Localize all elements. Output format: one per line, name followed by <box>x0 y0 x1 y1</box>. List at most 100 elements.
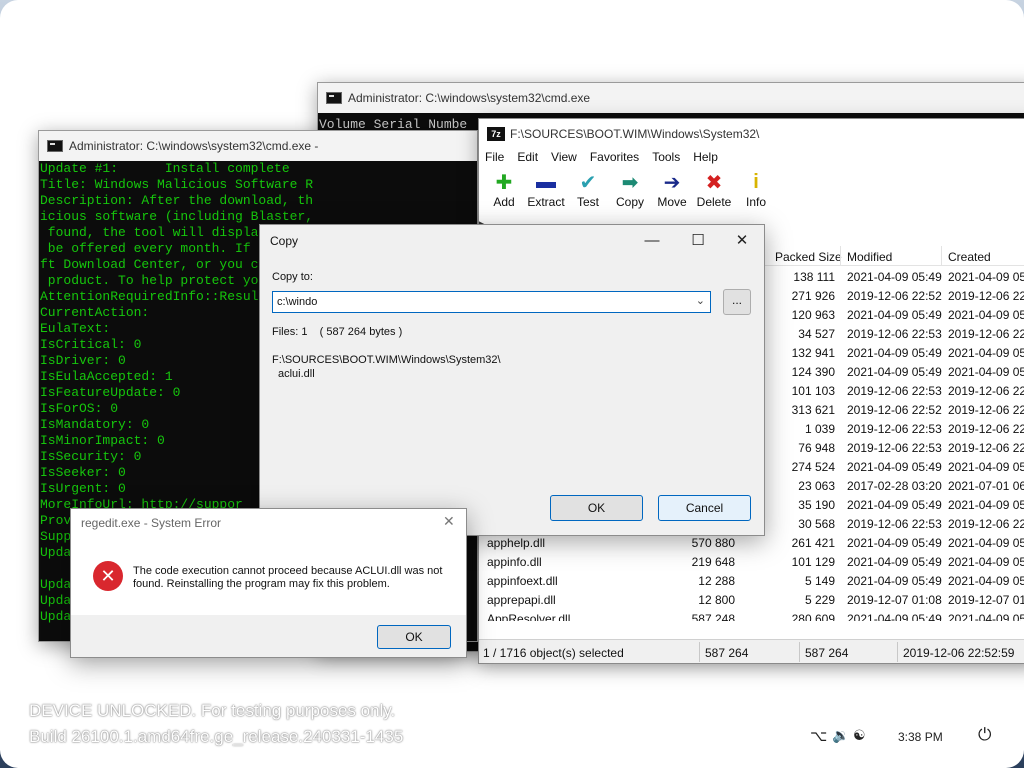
close-icon[interactable]: ✕ <box>443 513 455 530</box>
cell-modified: 2021-04-09 05:49 <box>847 365 942 379</box>
toolbar-copy-button[interactable]: ➡ Copy <box>609 169 651 215</box>
copy-to-input[interactable]: c:\windo <box>277 296 317 308</box>
status-selected: 1 / 1716 object(s) selected <box>483 646 624 660</box>
chevron-down-icon[interactable]: ⌄ <box>696 294 705 307</box>
cell-packed: 120 963 <box>791 308 835 322</box>
toolbar-info-button[interactable]: i Info <box>735 169 777 215</box>
status-bar: 1 / 1716 object(s) selected 587 264 587 … <box>479 639 1024 663</box>
menu-item-tools[interactable]: Tools <box>652 150 680 164</box>
menu-item-view[interactable]: View <box>551 150 577 164</box>
cell-created: 2019-12-06 22:53 <box>948 517 1024 531</box>
cell-size: 570 880 <box>691 536 735 550</box>
cell-created: 2021-04-09 05:49 <box>948 574 1024 588</box>
cmd-icon <box>326 92 342 104</box>
cell-created: 2021-07-01 06: <box>948 479 1024 493</box>
cell-modified: 2019-12-06 22:52 <box>847 289 942 303</box>
menu-item-help[interactable]: Help <box>693 150 718 164</box>
cell-size: 12 800 <box>698 593 735 607</box>
power-icon[interactable]: ⏻ <box>978 725 991 745</box>
ok-button[interactable]: OK <box>550 495 643 521</box>
cell-size: 587 248 <box>691 612 735 621</box>
cell-packed: 271 926 <box>791 289 835 303</box>
table-row[interactable]: appinfoext.dll 12 288 5 149 2021-04-09 05:4… <box>479 571 1024 590</box>
accessibility-icon[interactable]: ☯ <box>853 727 866 744</box>
error-icon: ✕ <box>93 561 123 591</box>
copy-to-combobox[interactable]: c:\windo ⌄ <box>272 291 711 313</box>
cell-modified: 2021-04-09 05:49 <box>847 460 942 474</box>
cell-created: 2021-04-09 05:49 <box>948 555 1024 569</box>
error-dialog-title: regedit.exe - System Error <box>81 516 222 530</box>
cell-modified: 2019-12-06 22:53 <box>847 327 942 341</box>
error-message: The code execution cannot proceed becaus… <box>133 565 443 590</box>
cell-created: 2019-12-06 22:52 <box>948 403 1024 417</box>
col-modified[interactable]: Modified <box>847 250 892 264</box>
close-icon[interactable]: ✕ <box>732 231 752 251</box>
table-row[interactable]: apprepapi.dll 12 800 5 229 2019-12-07 01:08… <box>479 590 1024 609</box>
cell-packed: 101 129 <box>791 555 835 569</box>
table-row[interactable]: appinfo.dll 219 648 101 129 2021-04-09 05:4… <box>479 552 1024 571</box>
sevenzip-toolbar: ✚ Add ▬ Extract ✔ Test ➡ Copy ➔ Move ✖ Delete i Info <box>479 169 1024 215</box>
status-date: 2019-12-06 22:52:59 <box>903 646 1015 660</box>
cell-created: 2021-04-09 05:49 <box>948 346 1024 360</box>
cell-modified: 2021-04-09 05:49 <box>847 574 942 588</box>
cell-packed: 313 621 <box>791 403 835 417</box>
col-created[interactable]: Created <box>948 250 991 264</box>
cell-name: appinfoext.dll <box>487 574 558 588</box>
cell-packed: 1 039 <box>804 422 835 436</box>
toolbar-extract-button[interactable]: ▬ Extract <box>525 169 567 215</box>
cell-created: 2019-12-07 01:08 <box>948 593 1024 607</box>
cell-size: 12 288 <box>698 574 735 588</box>
cell-modified: 2021-04-09 05:49 <box>847 555 942 569</box>
browse-button[interactable]: ... <box>723 289 751 315</box>
menu-item-edit[interactable]: Edit <box>517 150 538 164</box>
arrow-right-icon: ➔ <box>663 171 681 194</box>
cmd-front-title: Administrator: C:\windows\system32\cmd.e… <box>69 139 319 153</box>
status-size: 587 264 <box>705 646 749 660</box>
col-packed-size[interactable]: Packed Size <box>775 250 842 264</box>
cmd-back-titlebar[interactable]: Administrator: C:\windows\system32\cmd.e… <box>318 83 1024 113</box>
watermark-line1: DEVICE UNLOCKED. For testing purposes on… <box>29 701 396 720</box>
cell-name: apprepapi.dll <box>487 593 556 607</box>
cell-created: 2021-04-09 05:49 <box>948 270 1024 284</box>
column-divider <box>840 246 841 266</box>
cell-name: appinfo.dll <box>487 555 542 569</box>
toolbar-label: Copy <box>615 195 644 209</box>
cmd-front-titlebar[interactable]: Administrator: C:\windows\system32\cmd.e… <box>39 131 477 161</box>
minimize-icon[interactable]: — <box>642 231 662 251</box>
sevenzip-menubar: File Edit View Favorites Tools Help <box>479 147 1024 167</box>
cancel-button[interactable]: Cancel <box>658 495 751 521</box>
desktop: Administrator: C:\windows\system32\cmd.e… <box>0 0 1024 768</box>
toolbar-move-button[interactable]: ➔ Move <box>651 169 693 215</box>
menu-item-favorites[interactable]: Favorites <box>590 150 639 164</box>
cell-size: 219 648 <box>691 555 735 569</box>
table-row[interactable]: AppResolver.dll 587 248 280 609 2021-04-09 … <box>479 609 1024 621</box>
menu-item-file[interactable]: File <box>485 150 504 164</box>
system-error-dialog[interactable]: regedit.exe - System Error ✕ ✕ The code … <box>70 508 467 658</box>
cell-packed: 30 568 <box>798 517 835 531</box>
error-ok-button[interactable]: OK <box>377 625 451 649</box>
maximize-icon[interactable]: ☐ <box>688 231 708 251</box>
toolbar-label: Delete <box>696 195 732 209</box>
toolbar-add-button[interactable]: ✚ Add <box>483 169 525 215</box>
toolbar-delete-button[interactable]: ✖ Delete <box>693 169 735 215</box>
cell-modified: 2019-12-06 22:53 <box>847 422 942 436</box>
wifi-icon[interactable]: ⌥ <box>810 727 827 745</box>
copy-dialog[interactable]: Copy — ☐ ✕ Copy to: c:\windo ⌄ ... Files… <box>259 224 765 536</box>
cell-created: 2021-04-09 05:49 <box>948 536 1024 550</box>
cell-created: 2019-12-06 22:53 <box>948 422 1024 436</box>
cell-packed: 274 524 <box>791 460 835 474</box>
cell-packed: 261 421 <box>791 536 835 550</box>
tray-clock[interactable]: 3:38 PM <box>898 730 943 744</box>
cell-name: AppResolver.dll <box>487 612 571 621</box>
cell-created: 2019-12-06 22:53 <box>948 441 1024 455</box>
console-line: Update #1: Install complete <box>40 161 290 176</box>
toolbar-test-button[interactable]: ✔ Test <box>567 169 609 215</box>
cell-packed: 5 229 <box>804 593 835 607</box>
toolbar-label: Move <box>657 195 687 209</box>
cell-modified: 2021-04-09 05:49 <box>847 536 942 550</box>
cell-modified: 2021-04-09 05:49 <box>847 270 942 284</box>
info-icon: i <box>753 170 759 193</box>
sevenzip-titlebar[interactable]: 7z F:\SOURCES\BOOT.WIM\Windows\System32\ <box>479 119 1024 149</box>
volume-icon[interactable]: 🔉 <box>832 727 849 744</box>
cell-created: 2021-04-09 05:49 <box>948 460 1024 474</box>
